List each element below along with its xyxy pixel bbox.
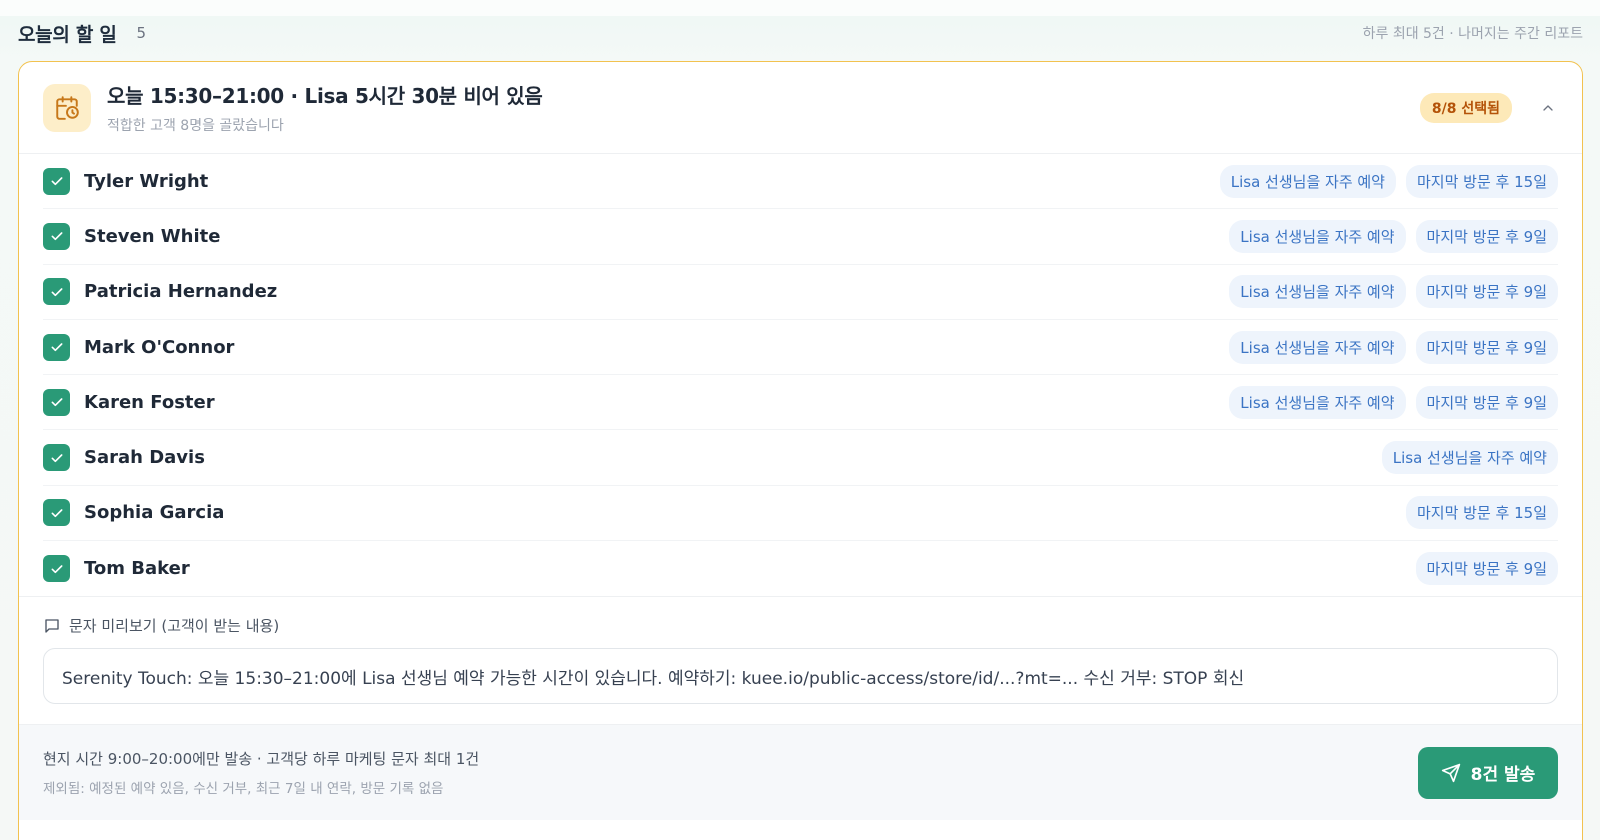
customer-tag: 마지막 방문 후 9일	[1415, 275, 1558, 309]
customer-name: Sophia Garcia	[84, 502, 225, 524]
check-icon	[51, 398, 62, 407]
customer-tag: 마지막 방문 후 15일	[1406, 496, 1558, 530]
customer-row[interactable]: Tom Baker 마지막 방문 후 9일	[43, 541, 1558, 596]
check-icon	[51, 343, 62, 352]
customer-tag: 마지막 방문 후 9일	[1415, 219, 1558, 253]
customer-tag: Lisa 선생님을 자주 예약	[1229, 385, 1406, 419]
customer-tag: 마지막 방문 후 9일	[1415, 552, 1558, 586]
customer-tag: 마지막 방문 후 9일	[1415, 330, 1558, 364]
customer-tag: Lisa 선생님을 자주 예약	[1229, 330, 1406, 364]
check-icon	[51, 453, 62, 462]
message-icon	[45, 619, 59, 633]
customer-checkbox[interactable]	[43, 333, 70, 361]
customer-tag: Lisa 선생님을 자주 예약	[1229, 219, 1406, 253]
customer-checkbox[interactable]	[43, 388, 70, 416]
send-rule-text: 현지 시간 9:00–20:00에만 발송 · 고객당 하루 마케팅 문자 최대…	[43, 750, 480, 769]
customer-list: Tyler Wright Lisa 선생님을 자주 예약 마지막 방문 후 15일 S…	[19, 154, 1582, 596]
check-icon	[51, 177, 62, 186]
top-band	[0, 0, 1600, 16]
check-icon	[51, 287, 62, 296]
selected-count-badge: 8/8 선택됨	[1419, 92, 1512, 123]
customer-row[interactable]: Steven White Lisa 선생님을 자주 예약 마지막 방문 후 9일	[43, 209, 1558, 265]
customer-checkbox[interactable]	[43, 444, 70, 472]
customer-checkbox[interactable]	[43, 167, 70, 195]
check-icon	[51, 232, 62, 241]
sms-preview-message: Serenity Touch: 오늘 15:30–21:00에 Lisa 선생님…	[43, 648, 1558, 705]
customer-checkbox[interactable]	[43, 499, 70, 527]
check-icon	[51, 509, 62, 518]
excluded-text: 제외됨: 예정된 예약 있음, 수신 거부, 최근 7일 내 연락, 방문 기록…	[43, 781, 444, 798]
card-subtitle: 적합한 고객 8명을 골랐습니다	[107, 118, 284, 134]
customer-checkbox[interactable]	[43, 222, 70, 250]
daily-limit-note: 하루 최대 5건 · 나머지는 주간 리포트	[1362, 26, 1583, 42]
send-button[interactable]: 8건 발송	[1418, 746, 1558, 799]
sms-preview: 문자 미리보기 (고객이 받는 내용) Serenity Touch: 오늘 1…	[19, 596, 1582, 724]
customer-checkbox[interactable]	[43, 555, 70, 583]
task-count: 5	[136, 24, 147, 42]
customer-row[interactable]: Mark O'Connor Lisa 선생님을 자주 예약 마지막 방문 후 9일	[43, 320, 1558, 376]
customer-row[interactable]: Karen Foster Lisa 선생님을 자주 예약 마지막 방문 후 9일	[43, 375, 1558, 431]
customer-tag: 마지막 방문 후 15일	[1406, 164, 1558, 198]
customer-tag: Lisa 선생님을 자주 예약	[1229, 275, 1406, 309]
send-button-label: 8건 발송	[1470, 765, 1536, 786]
customer-name: Sarah Davis	[84, 447, 205, 469]
card-footer: 현지 시간 9:00–20:00에만 발송 · 고객당 하루 마케팅 문자 최대…	[19, 724, 1582, 821]
preview-label: 문자 미리보기 (고객이 받는 내용)	[43, 615, 1558, 636]
customer-tag: Lisa 선생님을 자주 예약	[1381, 441, 1558, 475]
customer-row[interactable]: Tyler Wright Lisa 선생님을 자주 예약 마지막 방문 후 15일	[43, 154, 1558, 210]
calendar-clock-icon	[43, 83, 91, 132]
customer-name: Tyler Wright	[84, 170, 209, 192]
customer-row[interactable]: Sophia Garcia 마지막 방문 후 15일	[43, 486, 1558, 542]
section-title: 오늘의 할 일	[18, 23, 117, 46]
section-header: 오늘의 할 일 5 하루 최대 5건 · 나머지는 주간 리포트	[18, 20, 1583, 46]
customer-tag: Lisa 선생님을 자주 예약	[1219, 164, 1396, 198]
check-icon	[51, 564, 62, 573]
card-title: 오늘 15:30–21:00 · Lisa 5시간 30분 비어 있음	[107, 84, 543, 108]
card-header[interactable]: 오늘 15:30–21:00 · Lisa 5시간 30분 비어 있음 적합한 …	[19, 62, 1582, 154]
customer-name: Tom Baker	[84, 558, 190, 580]
opportunity-card: 오늘 15:30–21:00 · Lisa 5시간 30분 비어 있음 적합한 …	[18, 61, 1583, 840]
customer-checkbox[interactable]	[43, 278, 70, 306]
customer-name: Steven White	[84, 225, 221, 247]
chevron-up-icon[interactable]	[1538, 98, 1558, 118]
customer-name: Mark O'Connor	[84, 336, 235, 358]
customer-tag: 마지막 방문 후 9일	[1415, 385, 1558, 419]
customer-name: Patricia Hernandez	[84, 281, 278, 303]
customer-name: Karen Foster	[84, 391, 215, 413]
send-icon	[1441, 763, 1460, 783]
customer-row[interactable]: Sarah Davis Lisa 선생님을 자주 예약	[43, 430, 1558, 486]
customer-row[interactable]: Patricia Hernandez Lisa 선생님을 자주 예약 마지막 방문 …	[43, 265, 1558, 320]
